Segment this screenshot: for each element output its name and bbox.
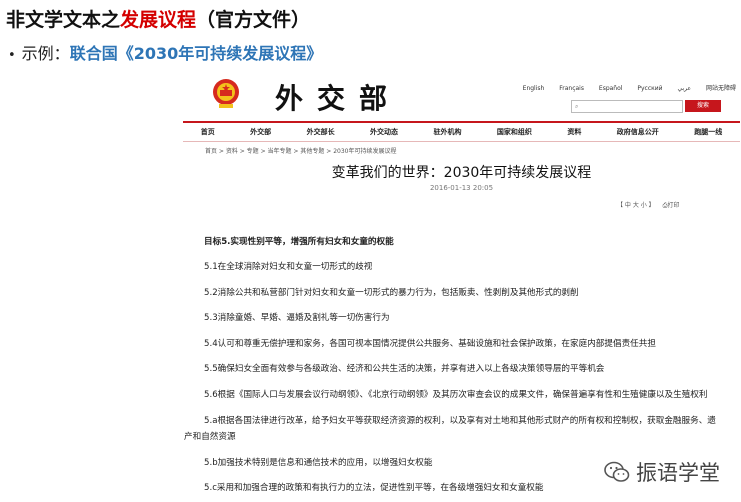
sub-label: 示例：: [21, 44, 70, 63]
goal-heading: 目标5.实现性别平等，增强所有妇女和女童的权能: [204, 237, 394, 247]
list-item: 5.5确保妇女全面有效参与各级政治、经济和公共生活的决策，并享有进入以上各级决策…: [204, 364, 605, 374]
title-prefix: 非文学文本之: [6, 9, 121, 31]
list-item: 5.a根据各国法律进行改革，给予妇女平等获取经济资源的权利，以及享有对土地和其他…: [204, 416, 716, 426]
list-item: 5.3消除童婚、早婚、逼婚及割礼等一切伤害行为: [204, 313, 390, 323]
lang-arabic[interactable]: عربي: [678, 85, 692, 92]
lang-english[interactable]: English: [523, 85, 545, 92]
nav-item-news[interactable]: 外交动态: [370, 127, 398, 137]
search-input[interactable]: ⌕: [571, 100, 683, 113]
font-size-control[interactable]: 【 中 大 小 】: [617, 202, 655, 209]
search-icon: ⌕: [575, 103, 579, 110]
list-item: 5.6根据《国际人口与发展会议行动纲领》、《北京行动纲领》及其历次审查会议的成果…: [204, 390, 708, 400]
main-nav: 首页 外交部 外交部长 外交动态 驻外机构 国家和组织 资料 政府信息公开 跑腿…: [183, 121, 740, 142]
wechat-icon: [604, 461, 630, 482]
article-tools: 【 中 大 小 】 ⎙打印: [617, 200, 679, 210]
search-button[interactable]: 搜索: [685, 100, 721, 112]
sub-link[interactable]: 联合国《2030年可持续发展议程》: [70, 44, 323, 63]
language-bar: English Français Español Русский عربي 网站…: [510, 83, 736, 92]
nav-item-disclosure[interactable]: 政府信息公开: [617, 127, 659, 137]
list-item: 5.c采用和加强合理的政策和有执行力的立法，促进性别平等，在各级增强妇女和女童权…: [204, 483, 544, 493]
nav-item-ministry[interactable]: 外交部: [250, 127, 271, 137]
nav-item-resources[interactable]: 资料: [567, 127, 581, 137]
list-item: 5.b加强技术特别是信息和通信技术的应用，以增强妇女权能: [204, 458, 433, 468]
list-item: 5.4认可和尊重无偿护理和家务，各国可视本国情况提供公共服务、基础设施和社会保护…: [204, 339, 656, 349]
nav-item-minister[interactable]: 外交部长: [307, 127, 335, 137]
website-screenshot: 外交部 English Français Español Русский عرب…: [183, 73, 740, 214]
lang-russian[interactable]: Русский: [637, 85, 662, 92]
bullet-marker: •: [8, 48, 16, 63]
slide-title: 非文学文本之发展议程（官方文件）: [6, 5, 310, 32]
nav-item-home[interactable]: 首页: [201, 127, 215, 137]
slide-subtitle: • 示例：联合国《2030年可持续发展议程》: [8, 40, 322, 64]
lang-spanish[interactable]: Español: [599, 85, 623, 92]
list-item-continuation: 产和自然资源: [184, 432, 236, 442]
article-title: 变革我们的世界：2030年可持续发展议程: [331, 165, 592, 181]
lang-accessibility[interactable]: 网站无障碍: [706, 85, 736, 92]
site-logo[interactable]: 外交部: [275, 77, 401, 117]
print-link[interactable]: 打印: [667, 202, 679, 209]
article-date: 2016-01-13 20:05: [429, 184, 494, 192]
list-item: 5.1在全球消除对妇女和女童一切形式的歧视: [204, 262, 373, 272]
national-emblem-icon: [213, 79, 239, 108]
nav-item-last[interactable]: 跑腿一线: [694, 127, 722, 137]
title-highlight: 发展议程: [120, 9, 197, 31]
lang-french[interactable]: Français: [559, 85, 584, 92]
breadcrumb[interactable]: 首页 > 资料 > 专题 > 当年专题 > 其他专题 > 2030年可持续发展议…: [205, 146, 396, 155]
watermark: 振语学堂: [604, 457, 720, 487]
list-item: 5.2消除公共和私营部门针对妇女和女童一切形式的暴力行为，包括贩卖、性剥削及其他…: [204, 288, 579, 298]
nav-item-missions[interactable]: 驻外机构: [433, 127, 461, 137]
title-suffix: （官方文件）: [196, 9, 311, 31]
watermark-text: 振语学堂: [636, 461, 720, 485]
nav-item-countries[interactable]: 国家和组织: [497, 127, 532, 137]
